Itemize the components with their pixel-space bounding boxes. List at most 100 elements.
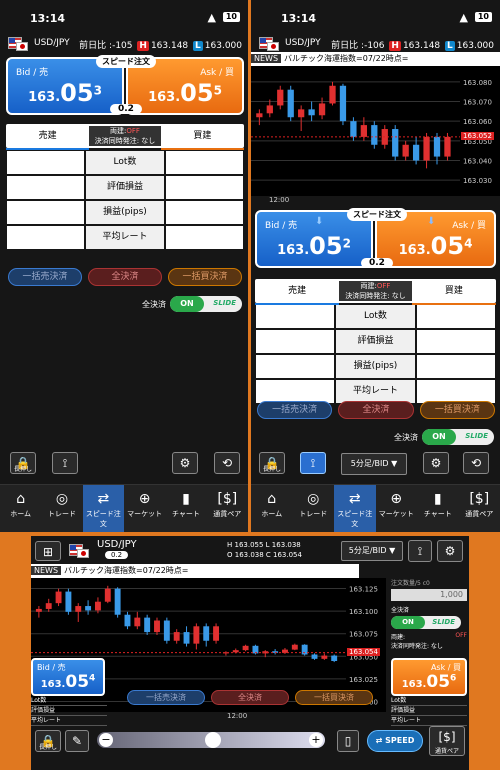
open-close-info: O 163.038 C 163.054 — [227, 551, 302, 559]
low-value: 163.000 — [456, 41, 494, 51]
bid-button[interactable]: Bid / 売 163.054 — [31, 658, 105, 696]
nav-home[interactable]: ⌂ ホーム — [0, 485, 41, 532]
bid-sup: 2 — [342, 236, 351, 251]
timeframe-select[interactable]: 5分足/BID ▼ — [341, 541, 403, 561]
currency-pair-icon: [$] — [469, 491, 490, 507]
ask-price: 163.055 — [128, 79, 242, 107]
order-qty-label: 注文数量/5 c0 — [391, 580, 430, 587]
wifi-icon: ▲ — [459, 11, 468, 24]
zoom-out-icon[interactable]: − — [99, 733, 113, 747]
toggle-on: ON — [170, 296, 204, 312]
speed-button[interactable]: ⇄ SPEED — [367, 730, 423, 752]
speed-order-label: スピード注文 — [96, 55, 156, 68]
nav-home[interactable]: ⌂ ホーム — [251, 485, 293, 532]
zoom-slider[interactable]: − + — [97, 732, 325, 748]
speed-settings-button[interactable]: ⚙ — [423, 452, 449, 474]
zoom-in-icon[interactable]: + — [309, 733, 323, 747]
nav-pair[interactable]: [$] 通貨ペア — [459, 485, 500, 532]
buy-tab[interactable]: 買建 — [411, 279, 496, 305]
candle-body — [104, 588, 111, 602]
speed-settings-button[interactable]: ⚙ — [172, 452, 198, 474]
nav-market[interactable]: ⊕ マーケット — [124, 485, 165, 532]
currency-pair-button[interactable]: [$] 通貨ペア — [429, 726, 465, 756]
nav-market[interactable]: ⊕ マーケット — [376, 485, 418, 532]
rotate-button[interactable]: ⟲ — [214, 452, 240, 474]
sell-tab[interactable]: 売建 — [255, 279, 340, 305]
orientation-button[interactable]: ▯ — [337, 730, 359, 752]
news-ticker[interactable]: NEWS バルチック海運指数=07/22時点= — [31, 564, 359, 578]
all-close-toggle[interactable]: ON SLIDE — [422, 429, 494, 445]
qty-input[interactable]: 1,000 — [391, 589, 467, 601]
buy-close-button[interactable]: 一括買決済 — [295, 690, 373, 705]
gear-icon: ⚙ — [444, 544, 456, 558]
chart-toggle-button[interactable]: ⟟ — [52, 452, 78, 474]
buy-close-button[interactable]: 一括買決済 — [419, 401, 495, 419]
buy-tab[interactable]: 買建 — [160, 124, 244, 150]
lock-button[interactable]: 🔒 長押し — [35, 730, 61, 752]
nav-label: トレード — [47, 510, 76, 518]
bid-stats: Lot数 評価損益 平均レート — [31, 696, 107, 726]
ask-button[interactable]: Ask / 買 163.056 — [391, 658, 467, 696]
phone-rotate-icon: ▯ — [344, 734, 352, 748]
menu-grid-button[interactable]: ⊞ — [35, 541, 61, 561]
avg-label: 平均レート — [86, 226, 164, 249]
sell-close-button[interactable]: 一括売決済 — [127, 690, 205, 705]
price-chart[interactable]: 163.080 163.070 163.060 163.050 163.040 163.0… — [251, 66, 500, 196]
lot-label: Lot数 — [86, 151, 164, 174]
nav-pair[interactable]: [$] 通貨ペア — [207, 485, 248, 532]
sell-close-button[interactable]: 一括売決済 — [257, 401, 333, 419]
all-close-toggle[interactable]: ON SLIDE — [391, 616, 461, 629]
trade-bar: 売建 両建:OFF 決済同時発注: なし 買建 — [255, 279, 496, 305]
nav-chart[interactable]: ▮ チャート — [417, 485, 459, 532]
hedge-label: 両建: — [110, 127, 127, 135]
bid-price: 163.053 — [8, 79, 122, 107]
ask-int: 163. — [148, 90, 181, 105]
all-close-toggle[interactable]: ON SLIDE — [170, 296, 242, 312]
bid-sup: 4 — [89, 673, 96, 684]
timeframe-select[interactable]: 5分足/BID ▼ — [341, 453, 407, 475]
pair-info: 前日比 :-106 H 163.148 L 163.000 — [331, 38, 494, 51]
candle-body — [85, 606, 92, 611]
bid-int: 163. — [40, 679, 66, 690]
candle-body — [173, 632, 180, 641]
lock-button[interactable]: 🔒 長押し — [10, 452, 36, 474]
nav-trade[interactable]: ◎ トレード — [293, 485, 335, 532]
all-close-button[interactable]: 全決済 — [338, 401, 414, 419]
pips-label: 損益(pips) — [86, 201, 164, 224]
rotate-button[interactable]: ⟲ — [463, 452, 489, 474]
pair-bar[interactable]: USD/JPY 前日比 :-105 H 163.148 L 163.000 — [0, 34, 248, 54]
chart-settings-button[interactable]: ⟟ — [408, 540, 432, 562]
news-ticker[interactable]: NEWS バルチック海運指数=07/22時点= — [251, 52, 500, 66]
candle-body — [339, 85, 347, 122]
buy-cell — [165, 201, 243, 224]
rotate-icon: ⟲ — [221, 456, 233, 470]
hedge-info: 両建:OFF 決済同時発注: なし — [339, 281, 412, 301]
hedge-info: 両建:OFF 決済同時発注: なし — [89, 126, 161, 146]
all-close-button[interactable]: 全決済 — [88, 268, 162, 286]
sell-close-button[interactable]: 一括売決済 — [8, 268, 82, 286]
candle-body — [124, 614, 131, 627]
speed-settings-button[interactable]: ⚙ — [437, 540, 463, 562]
lock-button[interactable]: 🔒 長押し — [259, 452, 285, 474]
zoom-slider-handle[interactable] — [205, 732, 221, 748]
bid-label: Bid / 売 — [16, 68, 49, 78]
all-close-button[interactable]: 全決済 — [211, 690, 289, 705]
nav-speed-order[interactable]: ⇄ スピード注文 — [334, 485, 376, 532]
nav-chart[interactable]: ▮ チャート — [165, 485, 206, 532]
draw-button[interactable]: ✎ — [65, 730, 89, 752]
nav-label: 通貨ペア — [465, 510, 494, 518]
status-time: 13:14 — [281, 12, 317, 25]
sell-tab[interactable]: 売建 — [6, 124, 90, 150]
nav-speed-order[interactable]: ⇄ スピード注文 — [82, 485, 124, 532]
chart-toggle-button[interactable]: ⟟ — [300, 452, 326, 474]
gear-icon: ⚙ — [179, 456, 191, 470]
toggle-on: ON — [391, 616, 425, 629]
toggle-slide: SLIDE — [432, 618, 455, 626]
candle-body — [423, 136, 430, 161]
nav-trade[interactable]: ◎ トレード — [41, 485, 82, 532]
buy-close-button[interactable]: 一括買決済 — [168, 268, 242, 286]
buy-cell — [416, 330, 495, 353]
pair-bar[interactable]: USD/JPY 前日比 :-106 H 163.148 L 163.000 — [251, 34, 500, 54]
nav-label: スピード注文 — [337, 510, 373, 528]
speed-order-icon: ⇄ — [97, 491, 110, 507]
